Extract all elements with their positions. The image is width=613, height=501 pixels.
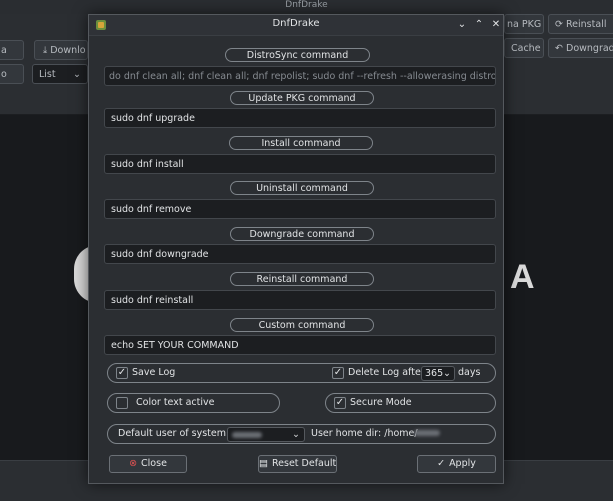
bg-downgrade-button[interactable]: ↶ Downgrad xyxy=(548,38,613,58)
settings-dialog: DnfDrake ⌄ ⌃ ✕ DistroSync command do dnf… xyxy=(88,14,504,484)
delete-log-label: Delete Log after xyxy=(348,367,425,378)
close-button-label: Close xyxy=(141,458,167,469)
document-icon: ▤ xyxy=(259,458,268,469)
downgrade-input[interactable]: sudo dnf downgrade xyxy=(104,244,496,264)
secure-mode-checkbox[interactable]: ✓ xyxy=(334,397,346,409)
update-input[interactable]: sudo dnf upgrade xyxy=(104,108,496,128)
bg-download-label: Downlo xyxy=(50,45,86,56)
default-user-combo[interactable]: ⌄ xyxy=(227,427,305,442)
dialog-title: DnfDrake xyxy=(272,18,320,29)
days-value: 365 xyxy=(425,368,444,379)
uninstall-label: Uninstall command xyxy=(230,181,374,195)
reset-default-button[interactable]: ▤ Reset Default xyxy=(258,455,337,473)
bg-list-label: List xyxy=(39,69,56,80)
reinstall-label: Reinstall command xyxy=(230,272,374,286)
distrosync-label: DistroSync command xyxy=(225,48,370,62)
close-circle-icon: ⊗ xyxy=(129,458,138,469)
bg-list-combo[interactable]: List ⌄ xyxy=(32,64,88,84)
close-window-button[interactable]: ✕ xyxy=(489,18,503,32)
chevron-down-icon: ⌄ xyxy=(292,429,300,440)
save-log-checkbox[interactable]: ✓ xyxy=(116,367,128,379)
reinstall-input[interactable]: sudo dnf reinstall xyxy=(104,290,496,310)
check-icon: ✓ xyxy=(437,458,446,469)
bg-cache-button[interactable]: Cache xyxy=(504,38,544,58)
minimize-button[interactable]: ⌄ xyxy=(455,18,469,32)
color-text-checkbox[interactable] xyxy=(116,397,128,409)
maximize-button[interactable]: ⌃ xyxy=(472,18,486,32)
bg-logo-text: A xyxy=(510,258,535,296)
chevron-down-icon: ⌄ xyxy=(443,368,451,379)
reset-button-label: Reset Default xyxy=(271,458,337,469)
chevron-down-icon: ⌄ xyxy=(73,69,81,80)
secure-mode-label: Secure Mode xyxy=(350,397,412,408)
custom-input[interactable]: echo SET YOUR COMMAND xyxy=(104,335,496,355)
bg-button[interactable]: a xyxy=(0,40,24,60)
bg-download-button[interactable]: ⤓ Downlo xyxy=(34,40,88,60)
home-dir-label: User home dir: /home/ xyxy=(311,428,418,439)
days-unit-label: days xyxy=(458,367,481,378)
log-options-row: ✓ Save Log ✓ Delete Log after 365 ⌄ days xyxy=(107,363,496,383)
update-label: Update PKG command xyxy=(230,91,374,105)
custom-label: Custom command xyxy=(230,318,374,332)
secure-mode-option: ✓ Secure Mode xyxy=(325,393,496,413)
redacted-username xyxy=(232,432,262,438)
bg-window-title: DnfDrake xyxy=(285,0,328,10)
delete-log-days-spinner[interactable]: 365 ⌄ xyxy=(421,366,455,381)
uninstall-input[interactable]: sudo dnf remove xyxy=(104,199,496,219)
delete-log-checkbox[interactable]: ✓ xyxy=(332,367,344,379)
save-log-label: Save Log xyxy=(132,367,176,378)
apply-button-label: Apply xyxy=(449,458,476,469)
bg-downgrade-label: Downgrad xyxy=(566,43,613,54)
downgrade-label: Downgrade command xyxy=(230,227,374,241)
redacted-home-dir xyxy=(414,430,440,436)
bg-button[interactable]: o xyxy=(0,64,24,84)
default-user-label: Default user of system: xyxy=(118,428,230,439)
bg-reinstall-button[interactable]: ⟳ Reinstall xyxy=(548,14,613,34)
bg-reinstall-label: Reinstall xyxy=(566,19,607,30)
distrosync-input[interactable]: do dnf clean all; dnf clean all; dnf rep… xyxy=(104,66,496,86)
back-icon: ↶ xyxy=(555,43,563,54)
apply-button[interactable]: ✓ Apply xyxy=(417,455,496,473)
dialog-titlebar: DnfDrake ⌄ ⌃ ✕ xyxy=(89,15,503,36)
bg-titlebar: DnfDrake xyxy=(0,0,613,14)
color-text-option: Color text active xyxy=(107,393,280,413)
refresh-icon: ⟳ xyxy=(555,19,563,30)
install-label: Install command xyxy=(229,136,373,150)
bg-button[interactable]: na PKG xyxy=(504,14,544,34)
download-icon: ⤓ xyxy=(43,45,48,56)
install-input[interactable]: sudo dnf install xyxy=(104,154,496,174)
close-button[interactable]: ⊗ Close xyxy=(109,455,187,473)
user-row: Default user of system: ⌄ User home dir:… xyxy=(107,424,496,444)
color-text-label: Color text active xyxy=(136,397,215,408)
